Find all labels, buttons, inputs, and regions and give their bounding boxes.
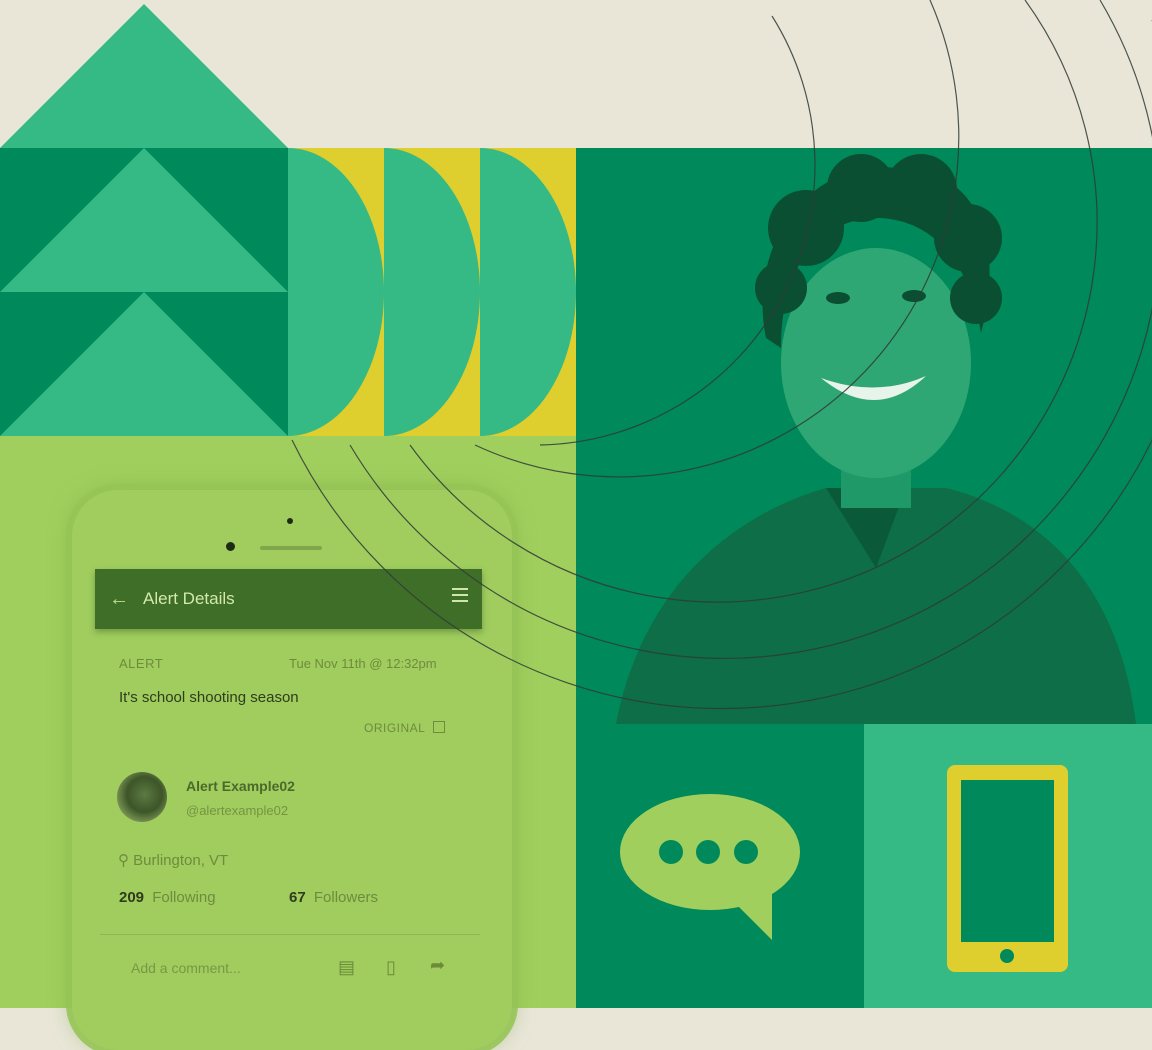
concentric-arcs [291,0,1152,710]
